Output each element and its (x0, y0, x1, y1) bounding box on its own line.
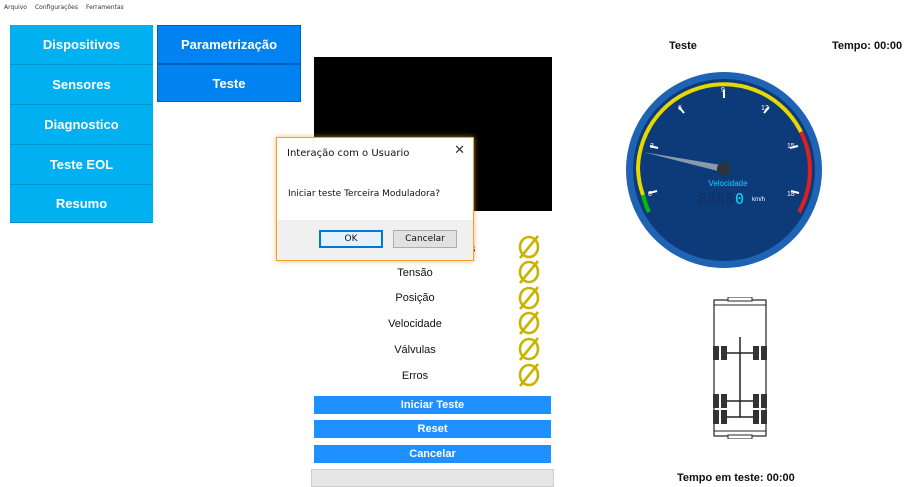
nav-resumo-button[interactable]: Resumo (10, 185, 153, 223)
menu-arquivo[interactable]: Arquivo (4, 4, 27, 11)
wheel (721, 394, 727, 408)
null-set-icon (517, 260, 541, 284)
dialog-footer: OK Cancelar (277, 220, 473, 260)
sub-teste-button[interactable]: Teste (157, 64, 301, 102)
reset-button[interactable]: Reset (314, 420, 551, 438)
null-set-icon (517, 311, 541, 335)
null-set-icon (517, 363, 541, 387)
gauge-hub (717, 162, 731, 176)
gauge-tick-label: 3 (650, 143, 654, 150)
gauge-tick-label: 12 (761, 105, 769, 112)
speed-gauge: 0 3 6 9 12 15 18 Velocidade 8888 0 km/h (626, 72, 822, 268)
wheel (761, 394, 767, 408)
wheel (713, 394, 719, 408)
dialog-cancel-button[interactable]: Cancelar (393, 230, 457, 248)
wheel (761, 346, 767, 360)
user-interaction-dialog: Interação com o Usuario ✕ Iniciar teste … (276, 137, 474, 261)
wheel (713, 410, 719, 424)
wheel (713, 346, 719, 360)
status-label-posicao: Posição (395, 292, 435, 304)
nav-sensores-button[interactable]: Sensores (10, 65, 153, 105)
close-icon[interactable]: ✕ (454, 143, 465, 158)
wheel (721, 410, 727, 424)
start-test-button[interactable]: Iniciar Teste (314, 396, 551, 414)
gauge-tick-label: 18 (787, 191, 795, 198)
wheel (721, 346, 727, 360)
cancel-button[interactable]: Cancelar (314, 445, 551, 463)
gauge-tick-label: 9 (721, 87, 725, 94)
dialog-message: Iniciar teste Terceira Moduladora? (288, 189, 441, 199)
gauge-tick-label: 15 (787, 143, 795, 150)
dialog-title: Interação com o Usuario (287, 148, 410, 159)
null-set-icon (517, 337, 541, 361)
wheel (753, 410, 759, 424)
null-set-icon (517, 286, 541, 310)
status-label-tensao: Tensão (397, 267, 433, 279)
gauge-tick-label: 0 (648, 191, 652, 198)
null-set-icon (517, 235, 541, 259)
gauge-value: 0 (735, 190, 744, 208)
wheel (753, 346, 759, 360)
status-label-velocidade: Velocidade (388, 318, 442, 330)
gauge-title: Velocidade (708, 179, 748, 188)
gauge-ghost-digits: 8888 (698, 190, 734, 208)
gauge-unit: km/h (752, 197, 765, 203)
time-label: Tempo: 00:00 (832, 40, 903, 52)
status-label-erros: Erros (401, 370, 429, 382)
menu-configuracoes[interactable]: Configurações (35, 4, 78, 11)
wheel (753, 394, 759, 408)
test-label: Teste (669, 40, 697, 52)
menu-ferramentas[interactable]: Ferramentas (86, 4, 124, 11)
test-time-label: Tempo em teste: 00:00 (677, 472, 795, 484)
menu-bar: Arquivo Configurações Ferramentas (0, 0, 920, 14)
nav-teste-eol-button[interactable]: Teste EOL (10, 145, 153, 185)
status-label-valvulas: Válvulas (394, 344, 436, 356)
vehicle-diagram (713, 297, 767, 439)
nav-dispositivos-button[interactable]: Dispositivos (10, 25, 153, 65)
gauge-tick-label: 6 (678, 105, 682, 112)
wheel (761, 410, 767, 424)
progress-bar (311, 469, 554, 487)
dialog-ok-button[interactable]: OK (319, 230, 383, 248)
sub-parametrizacao-button[interactable]: Parametrização (157, 25, 301, 64)
nav-diagnostico-button[interactable]: Diagnostico (10, 105, 153, 145)
